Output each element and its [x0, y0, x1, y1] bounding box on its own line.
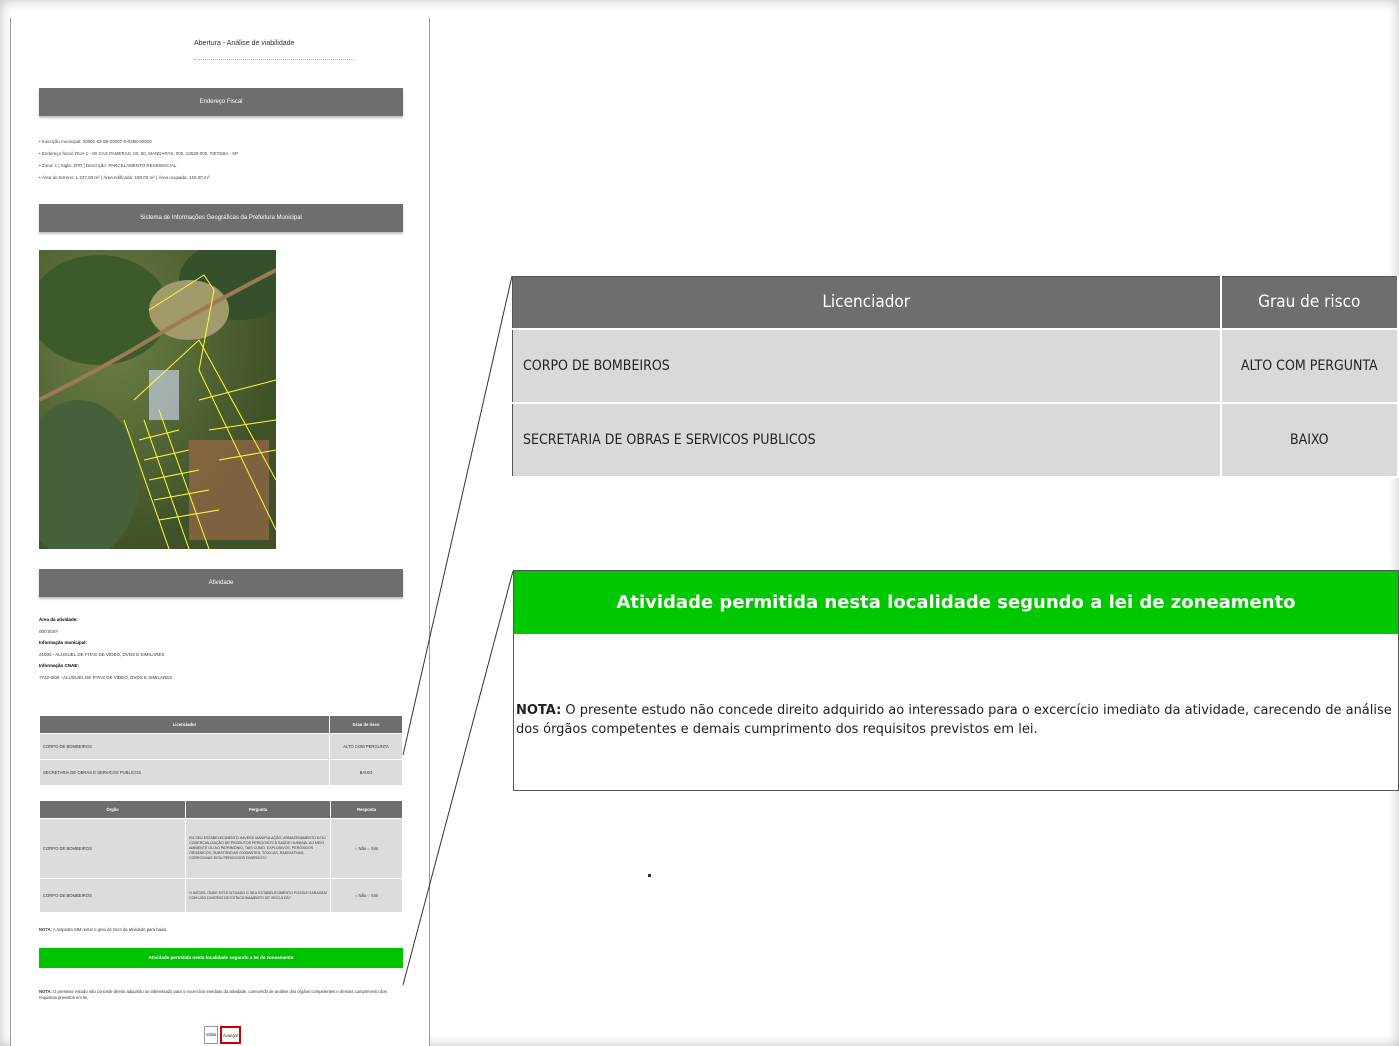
cnae-info-value: 7722-5/00 - ALUGUEL DE FITAS DE VÍDEO, D… [39, 674, 173, 680]
mini-col-risco: Grau de risco [329, 715, 403, 734]
zoom-col-licenciador: Licenciador [512, 276, 1222, 330]
section-header-sig: Sistema de Informações Geográficas da Pr… [39, 204, 403, 232]
mini-bottom-note-label: NOTA: [39, 989, 52, 994]
mini-radio-group[interactable]: ○ Não ○ Sim [330, 818, 403, 879]
section-header-fiscal: Endereço Fiscal [39, 88, 403, 116]
licenciador-cell: SECRETARIA DE OBRAS E SERVICOS PUBLICOS [512, 402, 1222, 478]
activity-area-value: 000,00m² [39, 628, 59, 634]
mini-col-pergunta: Pergunta [185, 800, 331, 819]
page-title: Abertura - Análise de viabilidade [194, 40, 295, 47]
mini-cell: CORPO DE BOMBEIROS [39, 733, 330, 760]
mini-cell: SECRETARIA DE OBRAS E SERVICOS PUBLICOS [39, 759, 330, 786]
mini-radio-group[interactable]: ○ Não ○ Sim [330, 878, 403, 913]
zoom-note: NOTA: O presente estudo não concede dire… [516, 701, 1396, 739]
zoom-note-label: NOTA: [516, 703, 562, 718]
fiscal-line: • Área do terreno: 1.237,00 m² | Área ed… [39, 175, 210, 180]
zoom-zoning-panel: Atividade permitida nesta localidade seg… [513, 570, 1399, 791]
zoom-col-risco: Grau de risco [1220, 276, 1399, 330]
activity-details: Área da atividade: 000,00m² Informação m… [39, 614, 172, 684]
risco-cell: BAIXO [1220, 402, 1399, 478]
municipal-info-label: Informação municipal: [39, 640, 88, 646]
mini-col-orgao: Órgão [39, 800, 186, 819]
fiscal-info-list: • Inscrição municipal: 20001-03-58-00007… [39, 136, 238, 184]
fiscal-line: • Zona: 1 | Sigla: ZPR | Descrição: PARC… [39, 163, 177, 168]
licenciador-cell: CORPO DE BOMBEIROS [512, 328, 1222, 404]
aerial-map-image [39, 250, 276, 549]
stray-dot [648, 874, 651, 877]
mini-question-note: NOTA: A resposta SIM reduz o grau de ris… [39, 927, 167, 932]
mini-bottom-note: NOTA: O presente estudo não concede dire… [39, 989, 403, 1001]
mini-cell: ALTO COM PERGUNTA [329, 733, 403, 760]
mini-cell: EM SEU ESTABELECIMENTO HAVERÁ MANIPULAÇÃ… [185, 818, 331, 879]
table-row: SECRETARIA DE OBRAS E SERVICOS PUBLICOS … [512, 402, 1399, 478]
mini-col-resposta: Resposta [330, 800, 403, 819]
municipal-info-value: 21000 - ALUGUEL DE FITAS DE VÍDEO, DVDS … [39, 651, 165, 657]
section-header-activity: Atividade [39, 569, 403, 597]
mini-page: Abertura - Análise de viabilidade Endere… [10, 18, 430, 1046]
zoom-note-text: O presente estudo não concede direito ad… [516, 703, 1392, 737]
mini-questions-table: Órgão Pergunta Resposta CORPO DE BOMBEIR… [39, 800, 403, 913]
fiscal-line: • Inscrição municipal: 20001-03-58-00007… [39, 139, 152, 144]
zoning-permitted-banner: Atividade permitida nesta localidade seg… [514, 571, 1398, 634]
title-divider [194, 59, 354, 60]
mini-cell: O IMÓVEL ONDE ESTÁ SITUADO O SEU ESTABEL… [185, 878, 331, 913]
mini-note-text: A resposta SIM reduz o grau de risco da … [52, 927, 168, 932]
mini-licensing-table: Licenciador Grau de risco CORPO DE BOMBE… [39, 715, 403, 786]
mini-bottom-note-text: O presente estudo não concede direito ad… [39, 989, 387, 1000]
mini-cell: BAIXO [329, 759, 403, 786]
table-row: CORPO DE BOMBEIROS ALTO COM PERGUNTA [512, 328, 1399, 404]
mini-col-licenciador: Licenciador [39, 715, 330, 734]
next-button[interactable]: Avançar [220, 1026, 241, 1044]
back-button[interactable]: Voltar [204, 1026, 218, 1044]
mini-cell: CORPO DE BOMBEIROS [39, 878, 186, 913]
mini-zoning-banner: Atividade permitida nesta localidade seg… [39, 948, 403, 968]
mini-note-label: NOTA: [39, 927, 52, 932]
fiscal-line: • Endereço fiscal: RUA 1 - 00 GAS PAMERA… [39, 151, 239, 156]
zoom-licensing-table: Licenciador Grau de risco CORPO DE BOMBE… [512, 276, 1399, 478]
activity-area-label: Área da atividade: [39, 617, 78, 622]
risco-cell: ALTO COM PERGUNTA [1220, 328, 1399, 404]
mini-cell: CORPO DE BOMBEIROS [39, 818, 186, 879]
cnae-info-label: Informação CNAE: [39, 663, 79, 669]
